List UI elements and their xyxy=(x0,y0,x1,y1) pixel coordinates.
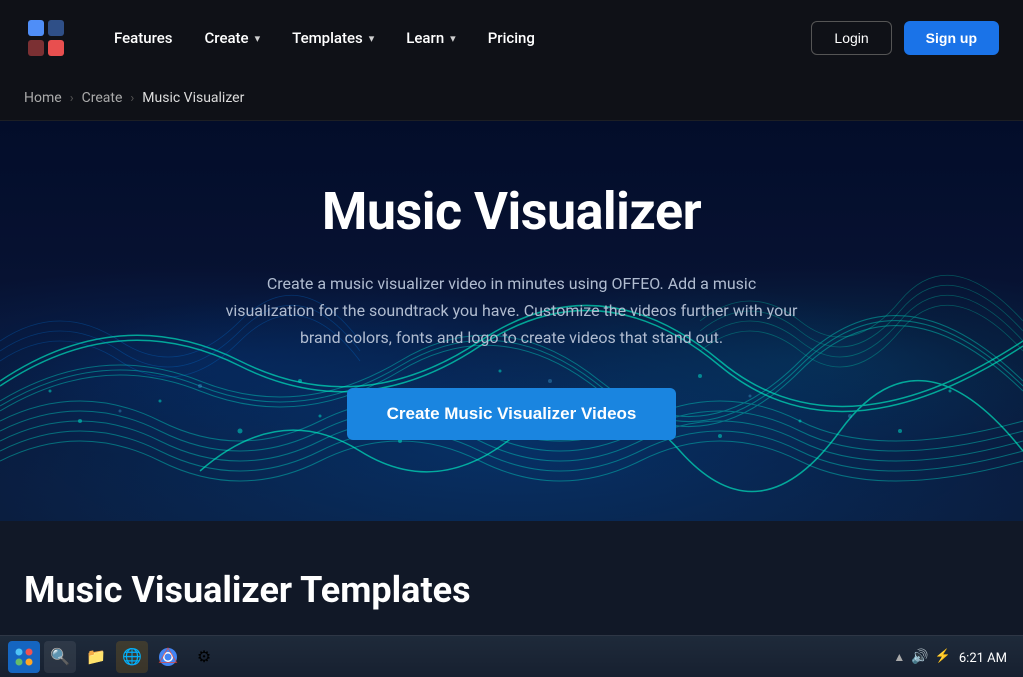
logo[interactable] xyxy=(24,16,68,60)
breadcrumb-current: Music Visualizer xyxy=(142,90,244,106)
browser-icon[interactable]: 🌐 xyxy=(116,641,148,673)
breadcrumb-sep-1: › xyxy=(70,91,74,106)
network-icon: ▲ xyxy=(893,650,905,664)
navbar: Features Create ▾ Templates ▾ Learn ▾ Pr… xyxy=(0,0,1023,76)
breadcrumb-sep-2: › xyxy=(130,91,134,106)
search-taskbar-icon[interactable]: 🔍 xyxy=(44,641,76,673)
hero-content: Music Visualizer Create a music visualiz… xyxy=(198,122,826,519)
nav-features[interactable]: Features xyxy=(100,21,186,55)
start-button[interactable] xyxy=(8,641,40,673)
login-button[interactable]: Login xyxy=(811,21,891,55)
taskbar-clock: 6:21 AM xyxy=(959,647,1007,666)
templates-section: Music Visualizer Templates xyxy=(0,521,1023,643)
settings-taskbar-icon[interactable]: ⚙ xyxy=(188,641,220,673)
taskbar-left: 🔍 📁 🌐 ⚙ xyxy=(8,641,220,673)
breadcrumb-create[interactable]: Create xyxy=(82,90,123,106)
hero-section: Music Visualizer Create a music visualiz… xyxy=(0,121,1023,521)
nav-pricing[interactable]: Pricing xyxy=(474,21,549,55)
battery-icon: ⚡ xyxy=(935,649,951,664)
hero-description: Create a music visualizer video in minut… xyxy=(222,270,802,352)
section-title: Music Visualizer Templates xyxy=(24,569,999,611)
cta-button[interactable]: Create Music Visualizer Videos xyxy=(347,388,677,440)
system-tray: ▲ 🔊 ⚡ xyxy=(893,649,951,665)
volume-icon[interactable]: 🔊 xyxy=(911,649,928,665)
chrome-icon[interactable] xyxy=(152,641,184,673)
nav-create[interactable]: Create ▾ xyxy=(190,21,274,55)
hero-title: Music Visualizer xyxy=(222,182,802,242)
taskbar-right: ▲ 🔊 ⚡ 6:21 AM xyxy=(893,647,1015,666)
nav-auth: Login Sign up xyxy=(811,21,999,55)
nav-learn[interactable]: Learn ▾ xyxy=(392,21,469,55)
learn-chevron-icon: ▾ xyxy=(450,32,456,45)
taskbar: 🔍 📁 🌐 ⚙ ▲ 🔊 ⚡ 6:21 AM xyxy=(0,635,1023,677)
nav-links: Features Create ▾ Templates ▾ Learn ▾ Pr… xyxy=(100,21,811,55)
create-chevron-icon: ▾ xyxy=(255,32,261,45)
breadcrumb: Home › Create › Music Visualizer xyxy=(0,76,1023,121)
templates-chevron-icon: ▾ xyxy=(369,32,375,45)
nav-templates[interactable]: Templates ▾ xyxy=(278,21,388,55)
file-manager-icon[interactable]: 📁 xyxy=(80,641,112,673)
breadcrumb-home[interactable]: Home xyxy=(24,90,62,106)
signup-button[interactable]: Sign up xyxy=(904,21,999,55)
